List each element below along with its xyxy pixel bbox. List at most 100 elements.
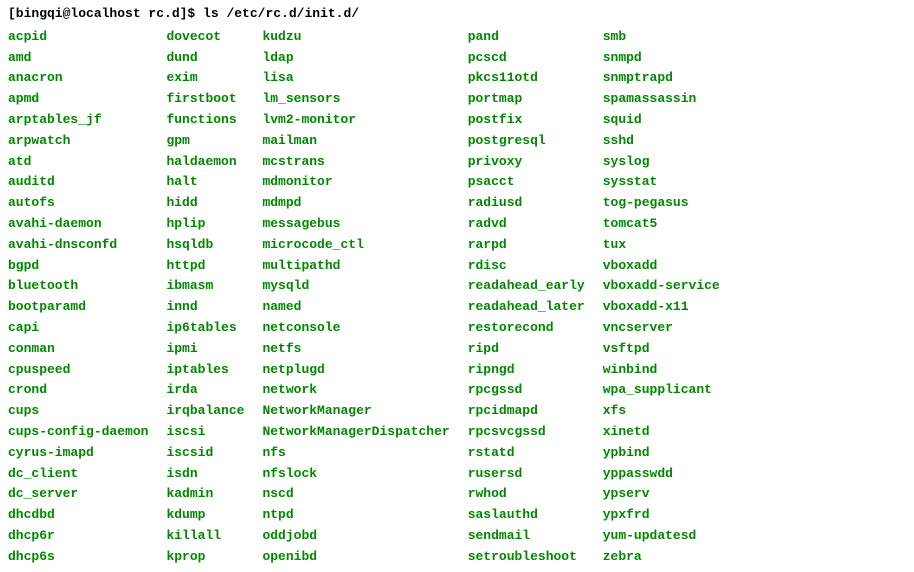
- file-entry: rstatd: [468, 443, 585, 464]
- file-entry: spamassassin: [603, 89, 720, 110]
- file-entry: iscsid: [166, 443, 244, 464]
- file-entry: haldaemon: [166, 152, 244, 173]
- file-entry: xfs: [603, 401, 720, 422]
- file-entry: tomcat5: [603, 214, 720, 235]
- file-entry: kudzu: [262, 27, 449, 48]
- file-entry: dc_server: [8, 484, 148, 505]
- file-entry: pand: [468, 27, 585, 48]
- ls-output: acpidamdanacronapmdarptables_jfarpwatcha…: [8, 27, 906, 568]
- file-entry: halt: [166, 172, 244, 193]
- file-entry: irda: [166, 380, 244, 401]
- file-entry: vboxadd-service: [603, 276, 720, 297]
- file-entry: radvd: [468, 214, 585, 235]
- file-entry: dhcp6s: [8, 547, 148, 568]
- file-entry: openibd: [262, 547, 449, 568]
- file-entry: postgresql: [468, 131, 585, 152]
- file-entry: lisa: [262, 68, 449, 89]
- file-column: kudzuldaplisalm_sensorslvm2-monitormailm…: [262, 27, 467, 568]
- file-entry: cpuspeed: [8, 360, 148, 381]
- file-entry: nfs: [262, 443, 449, 464]
- file-entry: mysqld: [262, 276, 449, 297]
- file-entry: isdn: [166, 464, 244, 485]
- file-entry: dhcdbd: [8, 505, 148, 526]
- file-entry: functions: [166, 110, 244, 131]
- file-entry: apmd: [8, 89, 148, 110]
- file-entry: kprop: [166, 547, 244, 568]
- file-entry: killall: [166, 526, 244, 547]
- file-entry: cups-config-daemon: [8, 422, 148, 443]
- file-entry: ripngd: [468, 360, 585, 381]
- file-entry: ypbind: [603, 443, 720, 464]
- file-entry: sshd: [603, 131, 720, 152]
- file-entry: conman: [8, 339, 148, 360]
- file-column: dovecotdundeximfirstbootfunctionsgpmhald…: [166, 27, 262, 568]
- file-entry: ip6tables: [166, 318, 244, 339]
- file-entry: named: [262, 297, 449, 318]
- file-entry: radiusd: [468, 193, 585, 214]
- file-entry: mdmpd: [262, 193, 449, 214]
- file-entry: atd: [8, 152, 148, 173]
- file-entry: bgpd: [8, 256, 148, 277]
- file-entry: yppasswdd: [603, 464, 720, 485]
- file-entry: restorecond: [468, 318, 585, 339]
- file-entry: capi: [8, 318, 148, 339]
- file-entry: bootparamd: [8, 297, 148, 318]
- file-entry: httpd: [166, 256, 244, 277]
- file-entry: ibmasm: [166, 276, 244, 297]
- file-entry: messagebus: [262, 214, 449, 235]
- file-entry: dund: [166, 48, 244, 69]
- file-entry: arptables_jf: [8, 110, 148, 131]
- file-entry: vsftpd: [603, 339, 720, 360]
- file-entry: ipmi: [166, 339, 244, 360]
- file-entry: hidd: [166, 193, 244, 214]
- file-entry: multipathd: [262, 256, 449, 277]
- shell-prompt: [bingqi@localhost rc.d]$: [8, 6, 203, 21]
- file-entry: tux: [603, 235, 720, 256]
- file-entry: lm_sensors: [262, 89, 449, 110]
- file-entry: anacron: [8, 68, 148, 89]
- file-entry: setroubleshoot: [468, 547, 585, 568]
- file-entry: pkcs11otd: [468, 68, 585, 89]
- file-entry: zebra: [603, 547, 720, 568]
- file-entry: lvm2-monitor: [262, 110, 449, 131]
- file-entry: privoxy: [468, 152, 585, 173]
- file-entry: ypserv: [603, 484, 720, 505]
- file-entry: mailman: [262, 131, 449, 152]
- shell-prompt-line: [bingqi@localhost rc.d]$ ls /etc/rc.d/in…: [8, 4, 906, 25]
- file-entry: cyrus-imapd: [8, 443, 148, 464]
- file-entry: auditd: [8, 172, 148, 193]
- file-entry: network: [262, 380, 449, 401]
- file-entry: mdmonitor: [262, 172, 449, 193]
- file-entry: yum-updatesd: [603, 526, 720, 547]
- file-entry: hsqldb: [166, 235, 244, 256]
- file-entry: autofs: [8, 193, 148, 214]
- file-entry: innd: [166, 297, 244, 318]
- file-entry: dovecot: [166, 27, 244, 48]
- file-entry: gpm: [166, 131, 244, 152]
- file-entry: hplip: [166, 214, 244, 235]
- file-entry: kdump: [166, 505, 244, 526]
- file-entry: snmptrapd: [603, 68, 720, 89]
- file-entry: NetworkManagerDispatcher: [262, 422, 449, 443]
- file-entry: tog-pegasus: [603, 193, 720, 214]
- file-entry: smb: [603, 27, 720, 48]
- file-column: smbsnmpdsnmptrapdspamassassinsquidsshdsy…: [603, 27, 738, 568]
- file-entry: bluetooth: [8, 276, 148, 297]
- file-entry: netplugd: [262, 360, 449, 381]
- file-entry: kadmin: [166, 484, 244, 505]
- file-entry: netconsole: [262, 318, 449, 339]
- file-entry: psacct: [468, 172, 585, 193]
- file-entry: netfs: [262, 339, 449, 360]
- file-entry: mcstrans: [262, 152, 449, 173]
- file-entry: wpa_supplicant: [603, 380, 720, 401]
- file-entry: iptables: [166, 360, 244, 381]
- file-entry: rwhod: [468, 484, 585, 505]
- file-entry: acpid: [8, 27, 148, 48]
- file-entry: firstboot: [166, 89, 244, 110]
- file-entry: rpcsvcgssd: [468, 422, 585, 443]
- file-entry: ntpd: [262, 505, 449, 526]
- file-entry: nscd: [262, 484, 449, 505]
- file-entry: squid: [603, 110, 720, 131]
- file-entry: readahead_later: [468, 297, 585, 318]
- file-entry: exim: [166, 68, 244, 89]
